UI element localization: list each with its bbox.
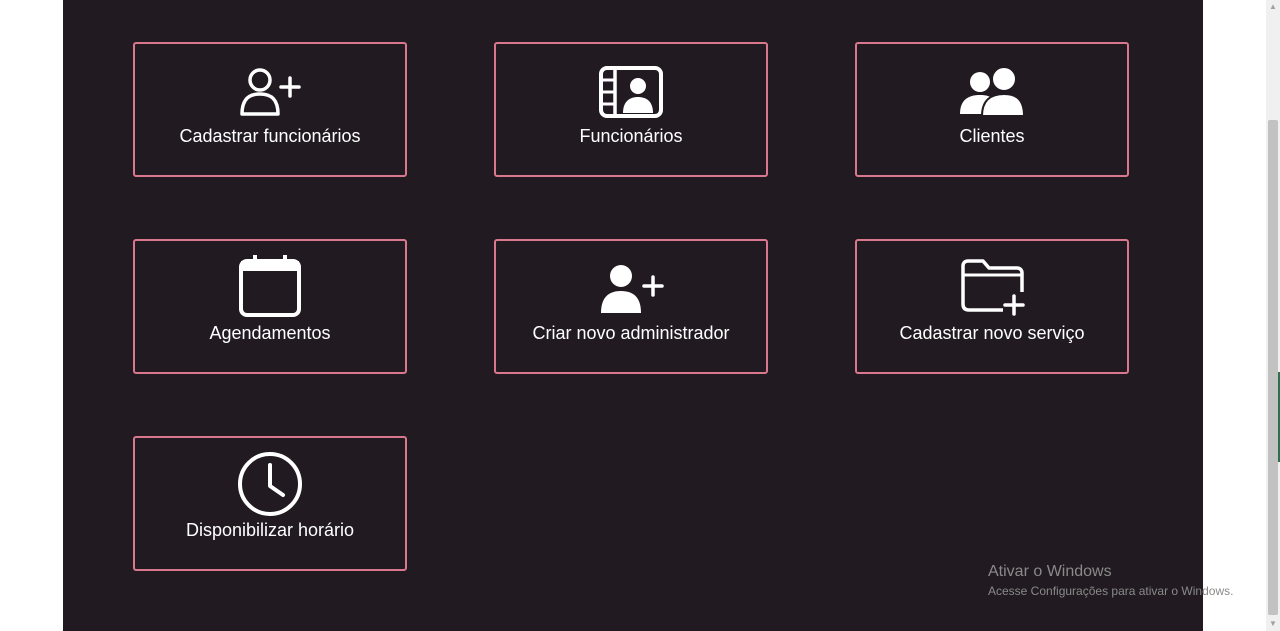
calendar-icon xyxy=(236,255,304,319)
card-cadastrar-novo-servico[interactable]: Cadastrar novo serviço xyxy=(855,239,1129,374)
card-label: Clientes xyxy=(959,126,1025,146)
vertical-scrollbar[interactable]: ▲ ▼ xyxy=(1266,0,1280,631)
user-plus-outline-icon xyxy=(236,64,304,120)
watermark-subtitle: Acesse Configurações para ativar o Windo… xyxy=(988,584,1234,598)
card-label: Funcionários xyxy=(579,126,683,146)
user-plus-icon xyxy=(597,261,665,317)
scrollbar-thumb[interactable] xyxy=(1268,120,1278,615)
card-label: Disponibilizar horário xyxy=(185,520,355,540)
watermark-title: Ativar o Windows xyxy=(988,563,1112,580)
card-agendamentos[interactable]: Agendamentos xyxy=(133,239,407,374)
card-label: Cadastrar funcionários xyxy=(179,126,361,146)
card-disponibilizar-horario[interactable]: Disponibilizar horário xyxy=(133,436,407,571)
folder-plus-icon xyxy=(958,257,1026,317)
card-label: Cadastrar novo serviço xyxy=(899,323,1085,343)
windows-activation-watermark: Ativar o Windows Acesse Configurações pa… xyxy=(988,563,1233,598)
id-card-icon xyxy=(597,64,665,120)
card-cadastrar-funcionarios[interactable]: Cadastrar funcionários xyxy=(133,42,407,177)
card-clientes[interactable]: Clientes xyxy=(855,42,1129,177)
scroll-down-arrow-icon[interactable]: ▼ xyxy=(1266,617,1280,631)
card-label: Criar novo administrador xyxy=(532,323,730,343)
clock-icon xyxy=(236,452,304,516)
card-label: Agendamentos xyxy=(209,323,331,343)
card-criar-novo-administrador[interactable]: Criar novo administrador xyxy=(494,239,768,374)
card-funcionarios[interactable]: Funcionários xyxy=(494,42,768,177)
users-icon xyxy=(958,64,1026,120)
scroll-up-arrow-icon[interactable]: ▲ xyxy=(1266,0,1280,14)
